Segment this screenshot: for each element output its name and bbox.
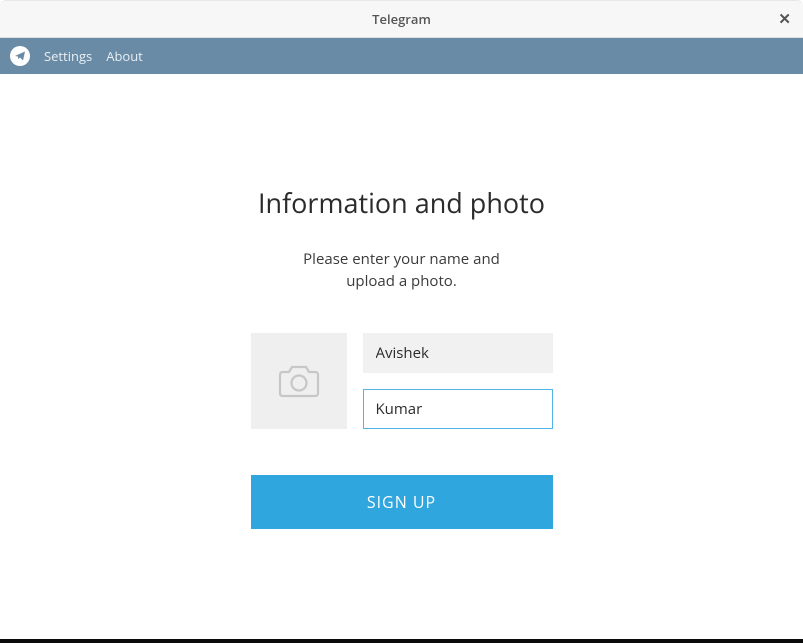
last-name-input[interactable] — [363, 389, 553, 429]
page-heading: Information and photo — [258, 184, 545, 221]
subtext-line2: upload a photo. — [346, 271, 457, 291]
page-subtext: Please enter your name and upload a phot… — [303, 249, 500, 293]
photo-upload[interactable] — [251, 333, 347, 429]
subtext-line1: Please enter your name and — [303, 249, 500, 269]
telegram-icon — [10, 46, 30, 66]
signup-button[interactable]: SIGN UP — [251, 475, 553, 529]
signup-form: Information and photo Please enter your … — [0, 74, 803, 529]
window-titlebar: Telegram ✕ — [0, 0, 803, 38]
first-name-input[interactable] — [363, 333, 553, 373]
camera-icon — [277, 362, 321, 400]
window-title: Telegram — [372, 10, 431, 28]
app-menubar: Settings About — [0, 38, 803, 74]
close-icon[interactable]: ✕ — [778, 9, 791, 29]
form-row — [251, 333, 553, 429]
bottom-border — [0, 639, 803, 643]
menu-settings[interactable]: Settings — [44, 47, 92, 65]
menu-about[interactable]: About — [106, 47, 143, 65]
name-fields — [363, 333, 553, 429]
